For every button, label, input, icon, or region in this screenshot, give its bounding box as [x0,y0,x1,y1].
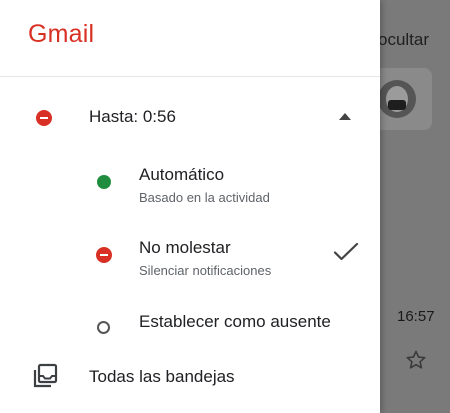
gmail-logo: Gmail [28,20,95,48]
hide-button[interactable]: ocultar [378,30,429,50]
option-title: Establecer como ausente [139,312,331,331]
away-status-icon [97,321,110,334]
option-subtitle: Silenciar notificaciones [139,263,272,278]
do-not-disturb-icon [36,110,52,126]
status-option-automatic[interactable]: Automático Basado en la actividad [0,165,380,213]
do-not-disturb-icon [96,247,112,263]
all-inboxes-icon [33,363,58,388]
status-option-do-not-disturb[interactable]: No molestar Silenciar notificaciones [0,238,380,286]
chevron-up-icon[interactable] [339,113,351,120]
option-title: Automático [139,165,225,184]
status-selector[interactable]: Hasta: 0:56 [0,98,380,138]
navigation-drawer: Gmail Hasta: 0:56 Automático Basado en l… [0,0,380,413]
active-status-icon [97,175,111,189]
checkmark-icon [333,242,359,261]
status-label: Hasta: 0:56 [89,107,176,126]
status-option-away[interactable]: Establecer como ausente [0,312,380,360]
all-inboxes-label: Todas las bandejas [89,367,235,386]
all-inboxes-item[interactable]: Todas las bandejas [0,358,380,398]
option-subtitle: Basado en la actividad [139,190,270,205]
option-title: No molestar [139,238,231,257]
star-icon[interactable] [404,348,428,372]
email-time: 16:57 [397,308,435,325]
avatar[interactable] [378,80,416,118]
divider [0,76,380,77]
